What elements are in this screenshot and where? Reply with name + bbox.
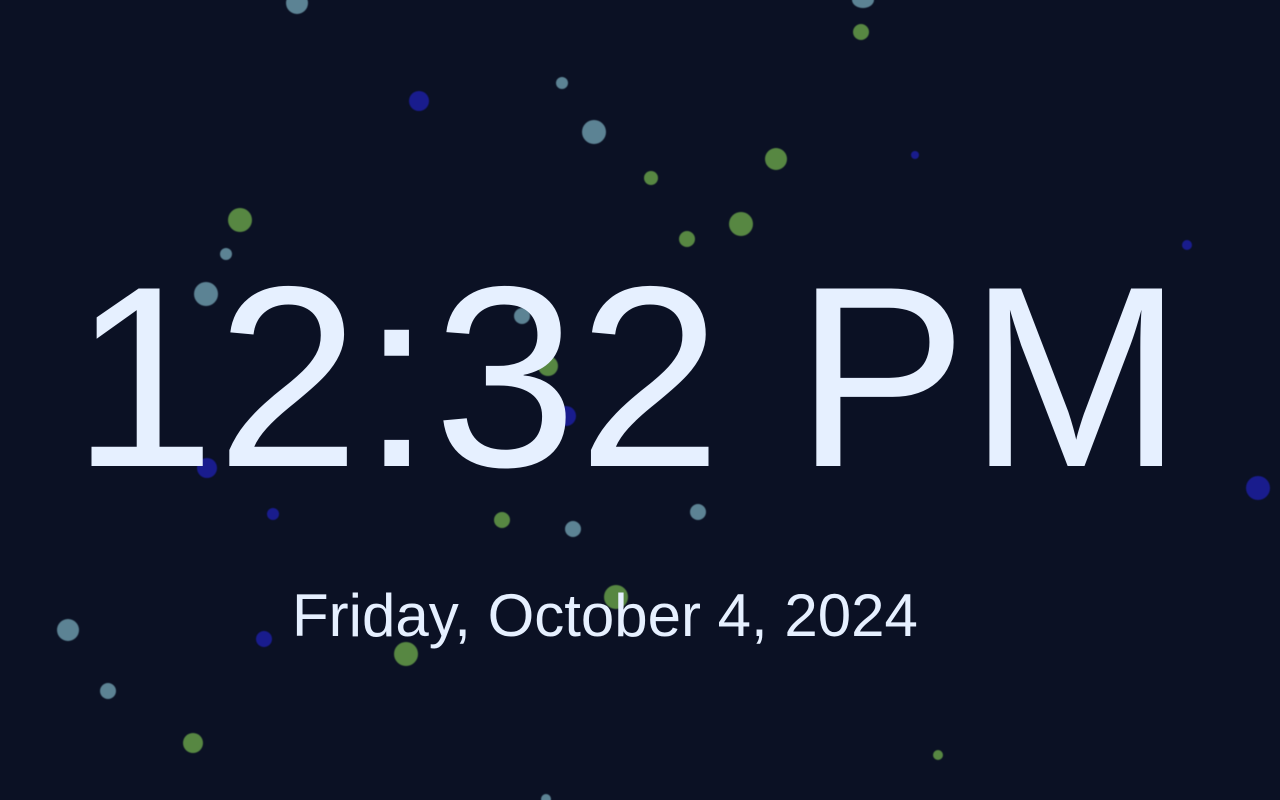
particle: [933, 750, 943, 760]
particle: [853, 24, 869, 40]
particle: [286, 0, 308, 14]
particle: [409, 91, 429, 111]
clock-date: Friday, October 4, 2024: [292, 582, 918, 649]
particle: [911, 151, 919, 159]
particle: [556, 77, 568, 89]
particle: [100, 683, 116, 699]
screensaver-clock: 12:32 PM Friday, October 4, 2024: [0, 0, 1280, 800]
particle: [852, 0, 874, 8]
particle: [183, 733, 203, 753]
particle: [541, 794, 551, 800]
particle: [256, 631, 272, 647]
particle: [228, 208, 252, 232]
clock-time: 12:32 PM: [71, 232, 1185, 521]
particle: [765, 148, 787, 170]
particle: [57, 619, 79, 641]
particle: [644, 171, 658, 185]
particle: [582, 120, 606, 144]
particle: [565, 521, 581, 537]
